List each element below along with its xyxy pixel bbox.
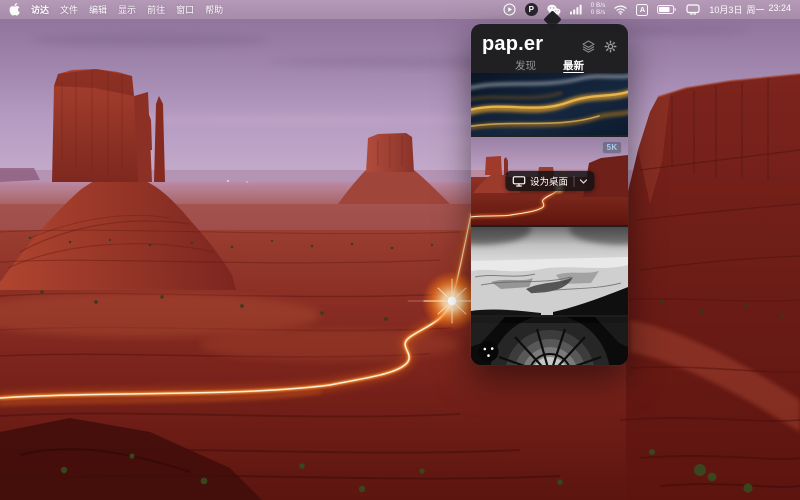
desktop-wallpaper-monument-valley bbox=[0, 0, 800, 500]
menu-item-go[interactable]: 前往 bbox=[147, 3, 165, 16]
set-wallpaper-button[interactable]: 设为桌面 bbox=[505, 171, 594, 191]
menu-bar-clock[interactable]: 10月3日 周一 23:24 bbox=[709, 3, 791, 16]
date-label: 10月3日 bbox=[709, 3, 742, 16]
menu-item-view[interactable]: 显示 bbox=[118, 3, 136, 16]
paper-app-menu-icon[interactable]: P bbox=[525, 3, 538, 16]
desktop: 访达 文件 编辑 显示 前往 窗口 帮助 P bbox=[0, 0, 800, 500]
photo-list: 5K 设为桌面 bbox=[471, 73, 628, 365]
app-title: pap.er bbox=[482, 33, 543, 55]
settings-gear-icon[interactable] bbox=[604, 40, 617, 53]
time-label: 23:24 bbox=[768, 3, 791, 16]
thumbnail-bw-circular-building[interactable] bbox=[471, 317, 628, 365]
tab-discover[interactable]: 发现 bbox=[515, 58, 536, 73]
button-divider bbox=[573, 176, 574, 187]
wifi-icon[interactable] bbox=[614, 4, 627, 15]
weekday-label: 周一 bbox=[746, 3, 764, 16]
resolution-badge: 5K bbox=[602, 141, 622, 154]
tab-latest[interactable]: 最新 bbox=[563, 58, 584, 73]
menu-item-file[interactable]: 文件 bbox=[60, 3, 78, 16]
monitor-icon bbox=[512, 176, 525, 187]
dots-indicator bbox=[478, 341, 499, 362]
menu-item-window[interactable]: 窗口 bbox=[176, 3, 194, 16]
thumbnail-bw-dunes[interactable] bbox=[471, 227, 628, 315]
thumbnail-abstract-gold-streaks[interactable] bbox=[471, 73, 628, 135]
thumbnail-monument-valley-current[interactable]: 5K 设为桌面 bbox=[471, 137, 628, 225]
menu-item-finder[interactable]: 访达 bbox=[31, 3, 49, 16]
paper-app-popover: pap.er bbox=[471, 24, 628, 365]
network-speed[interactable]: 0 B/s 0 B/s bbox=[591, 3, 606, 16]
signal-steps-icon[interactable] bbox=[570, 4, 582, 15]
menu-item-edit[interactable]: 编辑 bbox=[89, 3, 107, 16]
apple-logo-icon[interactable] bbox=[9, 3, 20, 16]
input-source-indicator[interactable]: A bbox=[636, 4, 648, 16]
layers-icon[interactable] bbox=[582, 40, 595, 53]
chevron-down-icon bbox=[579, 179, 587, 184]
battery-icon[interactable] bbox=[657, 4, 677, 15]
set-wallpaper-label: 设为桌面 bbox=[530, 174, 568, 188]
play-circle-icon[interactable] bbox=[503, 3, 516, 16]
menu-bar: 访达 文件 编辑 显示 前往 窗口 帮助 P bbox=[0, 0, 800, 19]
menu-item-help[interactable]: 帮助 bbox=[205, 3, 223, 16]
display-device-icon[interactable] bbox=[686, 4, 700, 15]
tab-bar: 发现 最新 bbox=[471, 58, 628, 73]
